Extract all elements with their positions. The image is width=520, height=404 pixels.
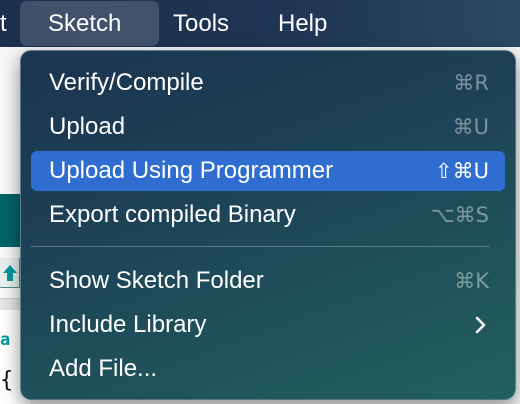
menubar-item-help[interactable]: Help bbox=[271, 0, 334, 47]
menu-item-add-file[interactable]: Add File... bbox=[31, 349, 505, 389]
menu-item-include-library[interactable]: Include Library bbox=[31, 305, 505, 345]
menu-item-shortcut: ⌘U bbox=[452, 115, 489, 139]
background-code-keyword: a bbox=[0, 330, 11, 350]
chevron-right-icon bbox=[475, 316, 486, 334]
menu-item-upload[interactable]: Upload ⌘U bbox=[31, 107, 505, 147]
menu-item-shortcut: ⌘K bbox=[454, 269, 489, 293]
menu-item-label: Include Library bbox=[49, 311, 207, 338]
menubar-item-edit[interactable]: t bbox=[0, 0, 14, 47]
menubar-item-sketch[interactable]: Sketch bbox=[20, 1, 159, 46]
menu-item-label: Verify/Compile bbox=[49, 69, 204, 96]
menu-item-upload-using-programmer[interactable]: Upload Using Programmer ⇧⌘U bbox=[31, 151, 505, 191]
background-code-brace: { bbox=[0, 368, 14, 393]
menu-item-label: Export compiled Binary bbox=[49, 201, 296, 228]
menu-item-shortcut: ⇧⌘U bbox=[435, 159, 489, 183]
menu-item-verify-compile[interactable]: Verify/Compile ⌘R bbox=[31, 63, 505, 103]
sketch-menu-dropdown: Verify/Compile ⌘R Upload ⌘U Upload Using… bbox=[20, 50, 516, 400]
menu-item-label: Add File... bbox=[49, 355, 158, 382]
menubar-item-tools[interactable]: Tools bbox=[166, 0, 236, 47]
menu-item-export-compiled-binary[interactable]: Export compiled Binary ⌥⌘S bbox=[31, 195, 505, 235]
menu-item-label: Show Sketch Folder bbox=[49, 267, 264, 294]
background-upload-button[interactable] bbox=[0, 258, 20, 288]
menu-item-label: Upload bbox=[49, 113, 126, 140]
upload-arrow-icon bbox=[3, 265, 17, 281]
menu-item-shortcut: ⌘R bbox=[453, 71, 489, 95]
menu-item-label: Upload Using Programmer bbox=[49, 157, 334, 184]
menu-bar: t Sketch Tools Help bbox=[0, 0, 520, 47]
menu-separator bbox=[31, 246, 489, 247]
menu-item-show-sketch-folder[interactable]: Show Sketch Folder ⌘K bbox=[31, 261, 505, 301]
menu-item-shortcut: ⌥⌘S bbox=[430, 203, 489, 227]
